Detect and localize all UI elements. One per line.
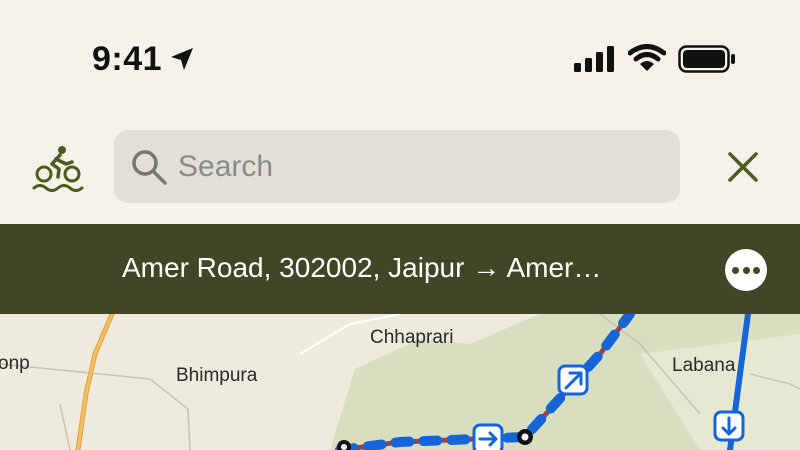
road <box>59 403 71 450</box>
map-label-bhimpura: Bhimpura <box>176 365 258 386</box>
map-label-chhaprari: Chhaprari <box>370 327 454 348</box>
close-icon[interactable] <box>726 150 760 184</box>
search-bar[interactable]: Search <box>114 130 680 203</box>
status-time: 9:41 <box>92 40 163 78</box>
more-dot-icon <box>753 267 760 274</box>
direction-arrow-icon <box>557 364 589 396</box>
waypoint-marker <box>521 433 529 441</box>
more-options-button[interactable] <box>725 249 767 291</box>
wifi-icon <box>628 44 666 71</box>
status-bar: 9:41 <box>0 0 800 120</box>
highway <box>75 314 115 450</box>
more-dot-icon <box>732 267 739 274</box>
direction-arrow-icon <box>472 423 504 450</box>
road <box>0 363 191 450</box>
cellular-signal-icon <box>574 46 614 72</box>
search-icon <box>132 150 167 185</box>
route-header: Amer Road, 302002, Jaipur → Amer… <box>0 224 800 314</box>
battery-icon <box>678 45 735 73</box>
route-title[interactable]: Amer Road, 302002, Jaipur → Amer… <box>122 252 601 284</box>
map-label-labana: Labana <box>672 355 736 376</box>
search-row: Search <box>0 120 800 224</box>
location-arrow-icon <box>171 48 193 70</box>
search-input[interactable]: Search <box>178 150 273 184</box>
map-view[interactable]: Chhaprari Bhimpura Labana onp <box>0 314 800 450</box>
waypoint-marker <box>341 444 347 450</box>
cycling-icon[interactable] <box>32 144 84 192</box>
more-dot-icon <box>742 267 750 274</box>
map-label-onp: onp <box>0 353 30 374</box>
direction-arrow-icon <box>713 410 745 442</box>
